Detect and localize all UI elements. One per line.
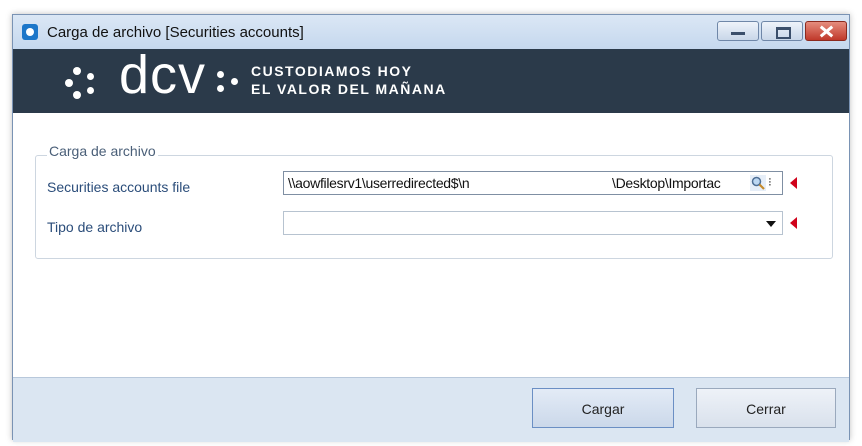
dialog-footer: Cargar Cerrar bbox=[13, 377, 849, 442]
file-type-select[interactable] bbox=[283, 211, 783, 235]
file-field-label: Securities accounts file bbox=[47, 179, 191, 195]
dialog-content: Carga de archivo Securities accounts fil… bbox=[13, 113, 849, 377]
browse-search-icon[interactable] bbox=[750, 175, 766, 191]
tagline-line-1: CUSTODIAMOS HOY bbox=[251, 63, 413, 79]
type-field-label: Tipo de archivo bbox=[47, 219, 143, 235]
ellipsis-icon[interactable]: ⁝ bbox=[768, 175, 772, 189]
window-title: Carga de archivo [Securities accounts] bbox=[47, 24, 304, 41]
close-button[interactable]: Cerrar bbox=[696, 388, 836, 428]
file-path-input[interactable]: \\aowfilesrv1\userredirected$\n \Desktop… bbox=[283, 171, 783, 195]
logo-wordmark: dcv bbox=[119, 45, 207, 105]
brand-tagline: CUSTODIAMOS HOY EL VALOR DEL MAÑANA bbox=[251, 62, 447, 98]
maximize-button[interactable] bbox=[761, 21, 803, 41]
tagline-line-2: EL VALOR DEL MAÑANA bbox=[251, 81, 447, 97]
brand-banner: dcv CUSTODIAMOS HOY EL VALOR DEL MAÑANA bbox=[13, 45, 849, 113]
required-marker-icon bbox=[790, 217, 797, 229]
minimize-button[interactable] bbox=[717, 21, 759, 41]
close-window-button[interactable] bbox=[805, 21, 847, 41]
title-bar[interactable]: Carga de archivo [Securities accounts] bbox=[13, 15, 849, 49]
chevron-down-icon[interactable] bbox=[766, 221, 776, 227]
file-path-value-left: \\aowfilesrv1\userredirected$\n bbox=[288, 175, 470, 191]
required-marker-icon bbox=[790, 177, 797, 189]
load-button[interactable]: Cargar bbox=[532, 388, 674, 428]
file-path-value-right: \Desktop\Importac bbox=[612, 175, 721, 191]
dialog-window: Carga de archivo [Securities accounts] d… bbox=[12, 14, 850, 442]
group-title: Carga de archivo bbox=[47, 143, 158, 159]
app-icon bbox=[22, 24, 38, 40]
